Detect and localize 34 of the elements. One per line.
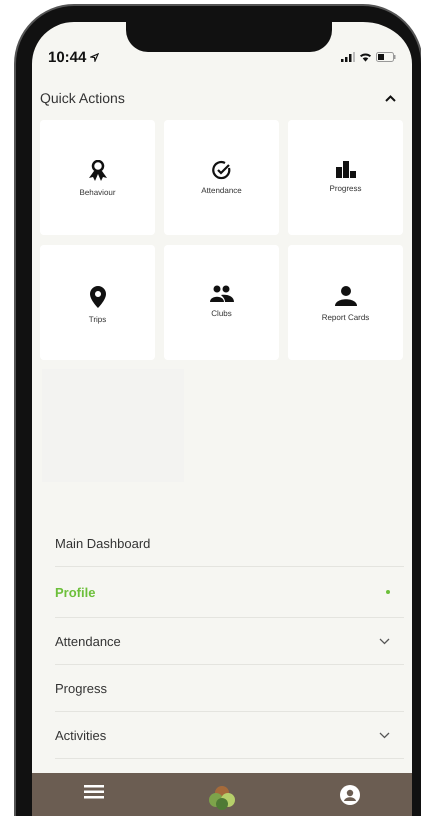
menu-item-label: Main Dashboard [55, 536, 150, 550]
bar-chart-icon [334, 160, 356, 178]
quick-action-tile[interactable]: Clubs [164, 245, 279, 360]
menu-item[interactable]: Activities [55, 712, 404, 759]
menu-item[interactable]: Attendance [55, 618, 404, 665]
chevron-down-icon [379, 638, 390, 644]
selected-dot-icon [386, 590, 390, 594]
logo-icon[interactable] [208, 785, 236, 811]
quick-action-tile[interactable]: Report Cards [288, 245, 403, 360]
battery-icon [376, 52, 396, 62]
menu-item[interactable]: Main Dashboard [55, 520, 404, 567]
person-icon [334, 285, 358, 307]
quick-action-tile[interactable]: Trips [40, 245, 155, 360]
quick-action-tile[interactable]: Behaviour [40, 120, 155, 235]
wifi-icon [359, 52, 372, 62]
chevron-up-icon[interactable] [385, 94, 396, 102]
user-account-icon[interactable] [340, 785, 360, 805]
menu-item[interactable]: Progress [55, 665, 404, 712]
menu-item-label: Profile [55, 584, 96, 600]
location-arrow-icon [90, 52, 100, 62]
section-title: Quick Actions [40, 90, 125, 106]
menu-icon[interactable] [84, 785, 104, 799]
quick-action-tile[interactable]: Attendance [164, 120, 279, 235]
check-circle-icon [212, 160, 232, 180]
menu-item-label: Progress [55, 680, 108, 696]
status-time: 10:44 [48, 48, 86, 66]
menu-item-label: Activities [55, 728, 106, 742]
menu-item-label: Attendance [55, 634, 121, 648]
signal-icon [341, 52, 355, 62]
location-pin-icon [88, 285, 106, 309]
quick-action-tile[interactable]: Progress [288, 120, 403, 235]
group-icon [208, 285, 234, 303]
award-icon [88, 160, 108, 182]
chevron-down-icon [379, 732, 390, 738]
